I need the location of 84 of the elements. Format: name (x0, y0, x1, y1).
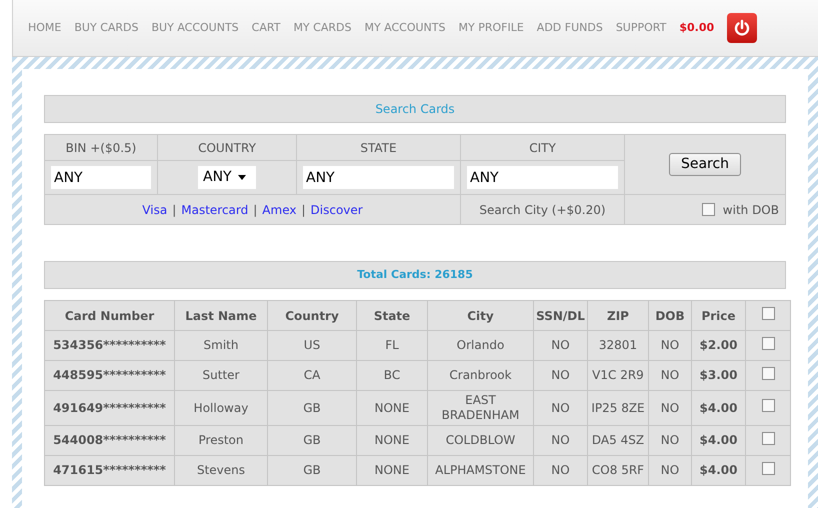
table-cell: CO8 5RF (588, 456, 648, 486)
table-cell: NONE (356, 426, 428, 456)
table-cell: FL (356, 330, 428, 360)
table-cell: Smith (174, 330, 268, 360)
table-cell: Orlando (428, 330, 534, 360)
nav-link[interactable]: ADD FUNDS (536, 20, 603, 36)
table-cell: $3.00 (692, 360, 746, 390)
field-label: STATE (297, 135, 461, 161)
table-cell: NO (648, 330, 692, 360)
nav-link[interactable]: BUY CARDS (74, 20, 138, 36)
table-cell: COLDBLOW (428, 426, 534, 456)
search-button[interactable]: Search (668, 153, 742, 176)
table-cell: Preston (174, 426, 268, 456)
total-cards: Total Cards: 26185 (44, 261, 786, 289)
field-label: BIN +($0.5) (45, 135, 158, 161)
table-cell: Sutter (174, 360, 268, 390)
brand-link[interactable]: Visa (142, 200, 168, 218)
column-header: Price (692, 300, 746, 330)
field-label: CITY (461, 135, 625, 161)
table-cell: NO (648, 390, 692, 426)
input-field[interactable]: ANY (467, 166, 618, 189)
table-cell: 491649********** (44, 390, 174, 426)
table-cell: NO (534, 426, 588, 456)
country-select[interactable]: ANY (198, 166, 256, 189)
nav-link[interactable]: MY PROFILE (458, 20, 524, 36)
column-header: Last Name (174, 300, 268, 330)
table-cell: $4.00 (692, 426, 746, 456)
column-header: ZIP (588, 300, 648, 330)
separator: | (172, 202, 176, 218)
table-cell: NO (648, 426, 692, 456)
table-cell: GB (268, 456, 356, 486)
table-cell: GB (268, 426, 356, 456)
table-cell: US (268, 330, 356, 360)
table-cell: Cranbrook (428, 360, 534, 390)
column-header: Card Number (44, 300, 174, 330)
table-cell: EAST BRADENHAM (428, 390, 534, 426)
input-field[interactable]: ANY (51, 166, 151, 189)
column-header: SSN/DL (534, 300, 588, 330)
nav-link[interactable]: MY CARDS (293, 20, 352, 36)
table-cell: $4.00 (692, 390, 746, 426)
balance: $0.00 (679, 20, 714, 36)
table-cell: IP25 8ZE (588, 390, 648, 426)
table-cell: 534356********** (44, 330, 174, 360)
table-cell: NO (534, 360, 588, 390)
table-cell: NO (534, 390, 588, 426)
field-label: COUNTRY (158, 135, 297, 161)
table-cell: $2.00 (692, 330, 746, 360)
table-cell: NO (534, 330, 588, 360)
table-cell: Holloway (174, 390, 268, 426)
separator: | (253, 202, 258, 218)
table-cell: NONE (356, 390, 428, 426)
nav-link[interactable]: SUPPORT (616, 20, 666, 36)
city-note: Search City (+$0.20) (461, 195, 625, 224)
table-cell: 32801 (588, 330, 648, 360)
brand-link[interactable]: Mastercard (181, 200, 248, 218)
input-field[interactable]: ANY (303, 166, 454, 189)
table-cell: BC (356, 360, 428, 390)
table-cell: NONE (356, 456, 428, 486)
table-cell: 544008********** (44, 426, 174, 456)
table-cell: ALPHAMSTONE (428, 456, 534, 486)
table-cell: DA5 4SZ (588, 426, 648, 456)
nav-link[interactable]: MY ACCOUNTS (364, 20, 446, 36)
table-cell: CA (268, 360, 356, 390)
nav-link[interactable]: BUY ACCOUNTS (152, 20, 239, 36)
column-header: State (356, 300, 428, 330)
search-title: Search Cards (44, 95, 786, 123)
table-cell: NO (534, 456, 588, 486)
table-cell: NO (648, 456, 692, 486)
brand-link[interactable]: Discover (310, 200, 363, 218)
table-cell: NO (648, 360, 692, 390)
table-cell: GB (268, 390, 356, 426)
table-cell: V1C 2R9 (588, 360, 648, 390)
table-cell: 471615********** (44, 456, 174, 486)
nav-link[interactable]: CART (252, 20, 280, 36)
column-header: City (428, 300, 534, 330)
nav-link[interactable]: HOME (28, 20, 62, 36)
column-header: DOB (648, 300, 692, 330)
table-cell: Stevens (174, 456, 268, 486)
table-cell: $4.00 (692, 456, 746, 486)
brand-link[interactable]: Amex (262, 200, 296, 218)
checkbox-label: with DOB (722, 202, 779, 218)
table-cell: 448595********** (44, 360, 174, 390)
column-header: Country (268, 300, 356, 330)
separator: | (301, 202, 306, 218)
